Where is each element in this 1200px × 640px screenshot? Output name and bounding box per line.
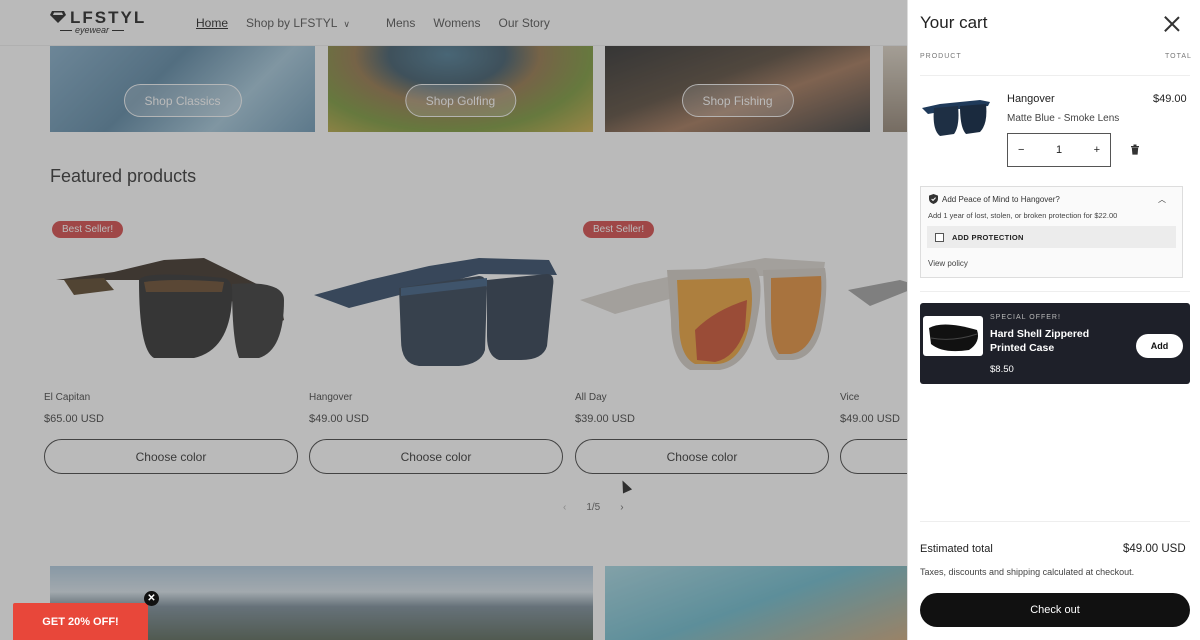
add-protection-label: ADD PROTECTION — [952, 232, 1024, 242]
promo-button[interactable]: GET 20% OFF! — [13, 603, 148, 640]
offer-tag: SPECIAL OFFER! — [990, 314, 1061, 321]
trash-icon[interactable] — [1130, 144, 1140, 155]
cart-item-name[interactable]: Hangover — [1007, 93, 1055, 105]
divider — [920, 75, 1190, 76]
tax-note: Taxes, discounts and shipping calculated… — [920, 567, 1135, 577]
protection-title: Add Peace of Mind to Hangover? — [942, 195, 1060, 204]
estimated-total-value: $49.00 USD — [1123, 543, 1186, 555]
add-protection-toggle[interactable]: ADD PROTECTION — [927, 226, 1176, 248]
estimated-total-label: Estimated total — [920, 543, 993, 555]
plus-icon[interactable]: + — [1094, 144, 1100, 156]
cart-item-price: $49.00 — [1153, 93, 1187, 105]
chevron-up-icon[interactable]: ︿ — [1158, 194, 1166, 205]
cart-drawer: Your cart PRODUCT TOTAL Hangover $49.00 … — [907, 0, 1200, 640]
divider — [920, 291, 1190, 292]
offer-product-image — [923, 316, 983, 356]
cart-item-image — [922, 100, 990, 136]
cart-title: Your cart — [920, 13, 988, 32]
special-offer-card: SPECIAL OFFER! Hard Shell Zippered Print… — [920, 303, 1190, 384]
close-icon[interactable]: ✕ — [144, 591, 159, 606]
total-column-header: TOTAL — [1165, 53, 1192, 60]
add-protection-checkbox[interactable] — [935, 232, 944, 242]
shield-icon — [929, 194, 938, 204]
offer-price: $8.50 — [990, 364, 1014, 375]
quantity-stepper[interactable]: − 1 + — [1007, 133, 1111, 167]
divider — [920, 521, 1190, 522]
checkout-button[interactable]: Check out — [920, 593, 1190, 627]
offer-name: Hard Shell Zippered Printed Case — [990, 328, 1090, 354]
protection-upsell: Add Peace of Mind to Hangover? ︿ Add 1 y… — [920, 186, 1183, 278]
page-overlay[interactable] — [0, 0, 907, 640]
product-column-header: PRODUCT — [920, 53, 962, 60]
protection-description: Add 1 year of lost, stolen, or broken pr… — [928, 211, 1118, 220]
add-offer-button[interactable]: Add — [1136, 334, 1183, 358]
quantity-value[interactable]: 1 — [1056, 144, 1062, 156]
cart-item-variant: Matte Blue - Smoke Lens — [1007, 113, 1120, 124]
minus-icon[interactable]: − — [1018, 144, 1024, 156]
view-policy-link[interactable]: View policy — [928, 259, 968, 268]
close-icon[interactable] — [1164, 16, 1180, 32]
